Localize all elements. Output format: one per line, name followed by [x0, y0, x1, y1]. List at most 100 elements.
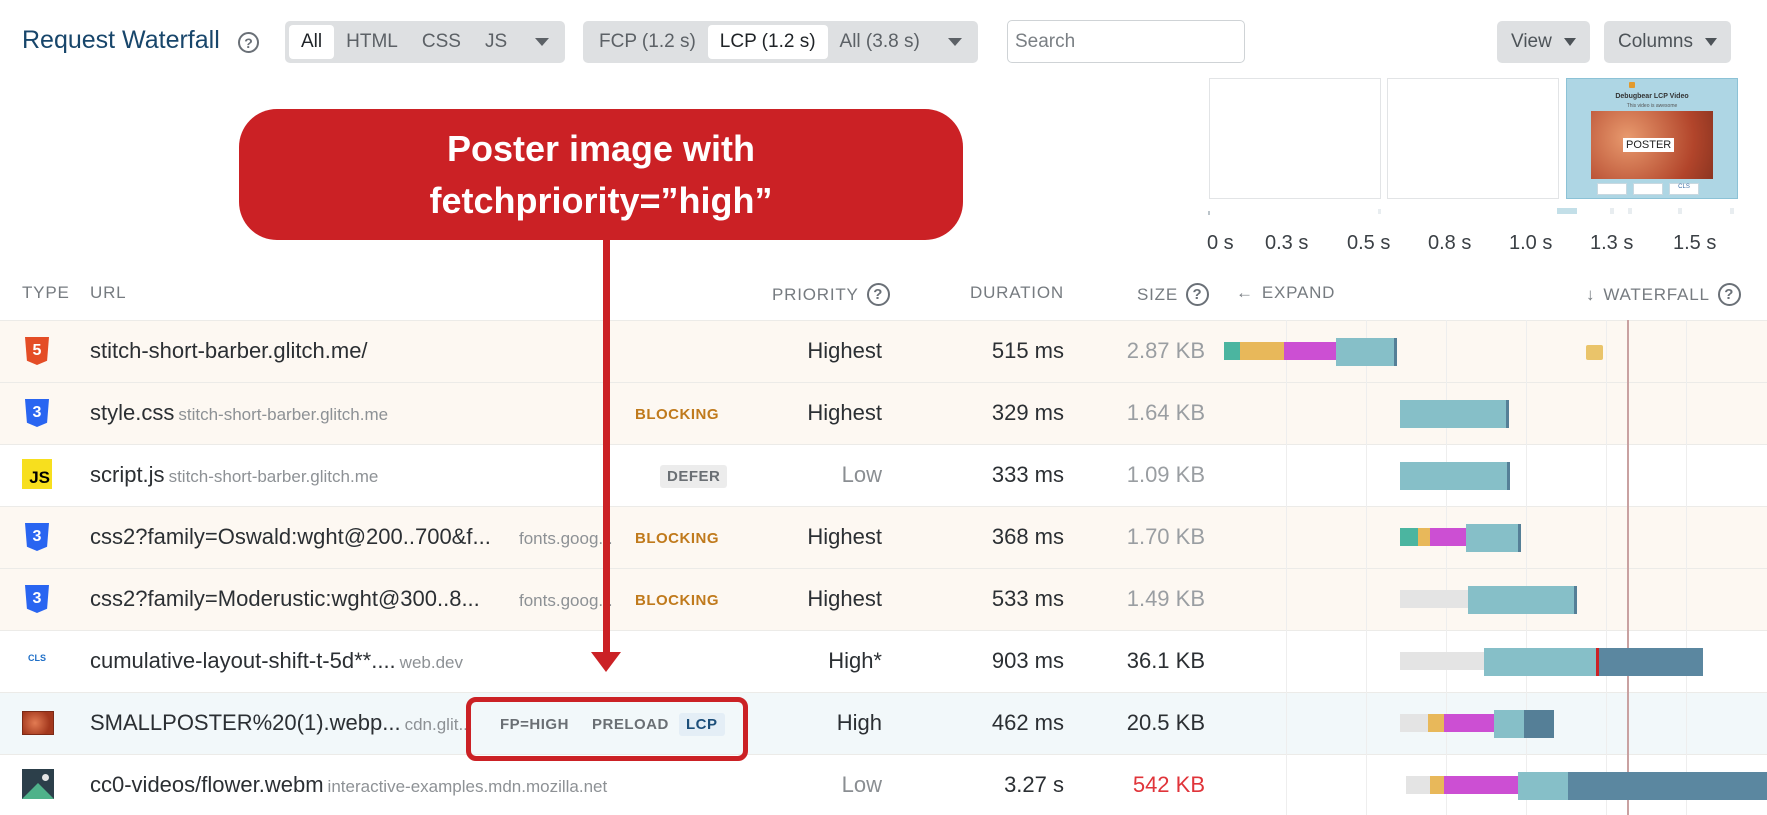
arrow-down-icon: ↓	[1586, 284, 1596, 304]
column-header-label: PRIORITY	[772, 284, 859, 304]
column-header-type[interactable]: TYPE	[22, 283, 70, 303]
columns-button[interactable]: Columns	[1604, 21, 1731, 63]
view-button[interactable]: View	[1497, 21, 1590, 63]
filter-html[interactable]: HTML	[334, 25, 410, 59]
size-value: 1.70 KB	[1126, 524, 1205, 549]
waterfall-bar[interactable]	[1400, 714, 1428, 732]
chevron-down-icon[interactable]	[535, 38, 550, 46]
waterfall-bar[interactable]	[1430, 528, 1466, 546]
waterfall-bar[interactable]	[1400, 590, 1468, 608]
column-header-duration[interactable]: DURATION	[970, 283, 1064, 303]
waterfall-bar[interactable]	[1466, 524, 1520, 552]
request-url: script.js stitch-short-barber.glitch.me	[90, 462, 378, 488]
size-value: 1.09 KB	[1126, 462, 1205, 487]
request-domain: fonts.goog...	[515, 586, 613, 612]
waterfall-bar[interactable]	[1394, 338, 1397, 366]
help-icon[interactable]: ?	[238, 32, 259, 53]
milestone-lcp[interactable]: LCP (1.2 s)	[707, 25, 828, 59]
duration-value: 329 ms	[991, 400, 1064, 425]
column-header-priority[interactable]: PRIORITY ?	[772, 283, 890, 306]
filter-all[interactable]: All	[289, 25, 335, 59]
time-label: 0.8 s	[1428, 232, 1472, 254]
filmstrip-frame[interactable]	[1387, 78, 1559, 199]
time-label: 1.3 s	[1590, 232, 1634, 254]
waterfall-bar[interactable]	[1518, 772, 1568, 800]
search-input[interactable]	[1007, 20, 1245, 63]
expand-label: EXPAND	[1261, 283, 1336, 302]
expand-button[interactable]: ← EXPAND	[1236, 283, 1335, 303]
image-icon: CLS	[22, 645, 52, 678]
annotation-arrow	[603, 239, 610, 657]
waterfall-bar[interactable]	[1518, 524, 1521, 552]
duration-value: 462 ms	[991, 710, 1064, 735]
waterfall-bar[interactable]	[1599, 648, 1703, 676]
help-icon[interactable]: ?	[1186, 283, 1209, 306]
waterfall-bar[interactable]	[1444, 714, 1494, 732]
column-header-size[interactable]: SIZE ?	[1137, 283, 1209, 306]
waterfall-bar[interactable]	[1400, 462, 1509, 490]
css3-icon: 3	[25, 399, 49, 427]
milestone-all[interactable]: All (3.8 s)	[828, 25, 932, 59]
waterfall-bar[interactable]	[1574, 586, 1577, 614]
waterfall-bar[interactable]	[1240, 342, 1284, 360]
url-text: stitch-short-barber.glitch.me/	[90, 338, 368, 363]
waterfall-bar[interactable]	[1428, 714, 1444, 732]
column-header-url[interactable]: URL	[90, 283, 126, 303]
filmstrip-frame[interactable]	[1209, 78, 1381, 199]
timeline-ticks	[1208, 208, 1734, 215]
waterfall-bar[interactable]	[1507, 462, 1510, 490]
mini-badge-cls: CLS	[1669, 183, 1699, 195]
waterfall-bar[interactable]	[1400, 400, 1508, 428]
waterfall-bar[interactable]	[1586, 345, 1603, 360]
priority-value: Low	[841, 462, 882, 487]
css-icon: 3	[22, 397, 52, 430]
waterfall-bar[interactable]	[1484, 648, 1598, 676]
priority-value: Highest	[807, 586, 882, 611]
arrow-left-icon: ←	[1236, 283, 1254, 302]
waterfall-bar[interactable]	[1224, 342, 1240, 360]
filter-js[interactable]: JS	[473, 25, 519, 59]
priority-value: Low	[841, 772, 882, 797]
table-header: TYPE URL PRIORITY ? DURATION SIZE ? ← EX…	[0, 270, 1767, 320]
filmstrip-frame-poster[interactable]: Debugbear LCP Video This video is awesom…	[1566, 78, 1738, 199]
css-icon: 3	[22, 521, 52, 554]
waterfall-bar[interactable]	[1406, 776, 1430, 794]
time-label: 0.5 s	[1347, 232, 1391, 254]
milestone-fcp[interactable]: FCP (1.2 s)	[587, 25, 708, 59]
request-url: stitch-short-barber.glitch.me/	[90, 338, 368, 364]
waterfall-bar[interactable]	[1430, 776, 1444, 794]
time-label: 0 s	[1207, 232, 1234, 254]
request-url: style.css stitch-short-barber.glitch.me	[90, 400, 388, 426]
time-label: 0.3 s	[1265, 232, 1309, 254]
waterfall-bar[interactable]	[1506, 400, 1509, 428]
columns-button-label: Columns	[1618, 31, 1693, 52]
column-header-waterfall[interactable]: ↓ WATERFALL ?	[1586, 283, 1741, 306]
poster-label: POSTER	[1623, 138, 1675, 152]
size-value: 36.1 KB	[1126, 648, 1205, 673]
waterfall-bar[interactable]	[1468, 586, 1576, 614]
waterfall-bar[interactable]	[1284, 342, 1336, 360]
waterfall-bar[interactable]	[1400, 528, 1418, 546]
waterfall-bar[interactable]	[1336, 338, 1396, 366]
url-domain: web.dev	[399, 653, 463, 672]
url-text: cc0-videos/flower.webm	[90, 772, 324, 797]
url-domain: interactive-examples.mdn.mozilla.net	[327, 777, 608, 796]
duration-value: 368 ms	[991, 524, 1064, 549]
page-title-text: Request Waterfall	[22, 26, 220, 54]
waterfall-bar[interactable]	[1400, 652, 1484, 670]
request-url: cumulative-layout-shift-t-5d**.... web.de…	[90, 648, 463, 674]
waterfall-bar[interactable]	[1524, 710, 1554, 738]
waterfall-bar[interactable]	[1444, 776, 1518, 794]
defer-badge: DEFER	[660, 465, 728, 488]
filter-css[interactable]: CSS	[410, 25, 473, 59]
request-url: css2?family=Oswald:wght@200..700&f...	[90, 524, 491, 550]
size-value: 2.87 KB	[1126, 338, 1205, 363]
waterfall-bar[interactable]	[1494, 710, 1524, 738]
priority-value: Highest	[807, 524, 882, 549]
help-icon[interactable]: ?	[1717, 283, 1741, 306]
waterfall-bar[interactable]	[1568, 772, 1767, 800]
help-icon[interactable]: ?	[866, 283, 890, 306]
duration-value: 3.27 s	[1004, 772, 1064, 797]
waterfall-bar[interactable]	[1418, 528, 1430, 546]
chevron-down-icon[interactable]	[947, 38, 962, 46]
